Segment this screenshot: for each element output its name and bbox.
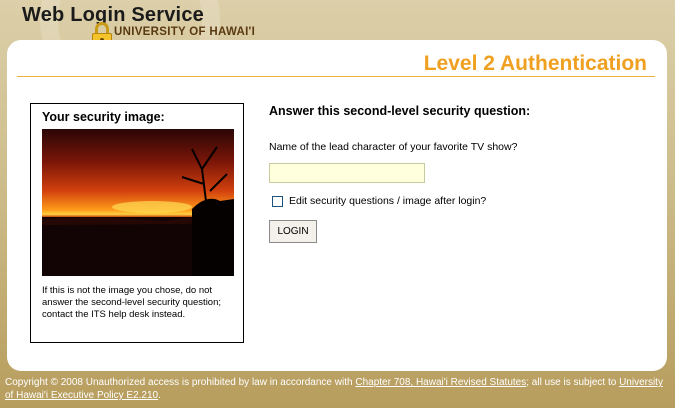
title-divider (17, 76, 655, 77)
login-button[interactable]: LOGIN (269, 220, 317, 243)
app-title: Web Login Service (22, 4, 204, 26)
question-label: Name of the lead character of your favor… (269, 141, 518, 153)
answer-input[interactable] (269, 163, 425, 183)
security-image-note: If this is not the image you chose, do n… (42, 285, 222, 320)
edit-security-label[interactable]: Edit security questions / image after lo… (289, 195, 486, 207)
question-heading: Answer this second-level security questi… (269, 104, 531, 118)
footer-text: Copyright © 2008 Unauthorized access is … (5, 377, 356, 388)
sunset-image-icon (42, 146, 234, 276)
footer: Copyright © 2008 Unauthorized access is … (5, 376, 673, 402)
security-image-title: Your security image: (42, 110, 165, 124)
security-image-box: Your security image: If this is not the … (30, 103, 244, 343)
statutes-link[interactable]: Chapter 708, Hawai'i Revised Statutes (355, 377, 526, 388)
main-panel: Level 2 Authentication Your security ima… (7, 40, 667, 371)
footer-text: ; all use is subject to (526, 377, 620, 388)
edit-security-checkbox[interactable] (272, 196, 283, 207)
security-image (42, 129, 234, 276)
app-subtitle: UNIVERSITY OF HAWAI'I (114, 26, 256, 38)
footer-text: . (158, 390, 161, 401)
page-title: Level 2 Authentication (423, 52, 647, 75)
